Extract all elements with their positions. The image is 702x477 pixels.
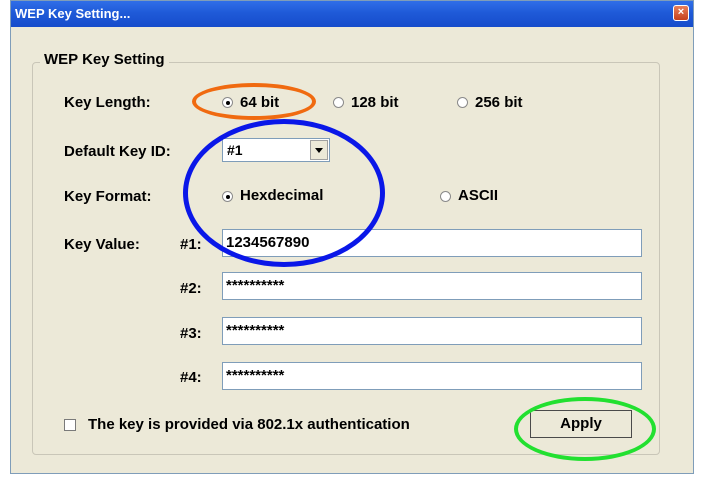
window-title: WEP Key Setting... [15,6,131,21]
key-id-4-label: #4: [180,369,202,386]
green-highlight-ellipse [514,397,656,461]
key-id-2-label: #2: [180,280,202,297]
radio-256bit-label: 256 bit [475,94,523,111]
radio-ascii-label: ASCII [458,187,499,204]
blue-highlight-ellipse [183,119,385,267]
close-icon[interactable]: × [673,5,689,21]
title-bar: WEP Key Setting... × [11,1,693,27]
key-value-4: ********** [226,367,285,384]
default-key-id-label: Default Key ID: [64,143,171,160]
radio-ascii[interactable] [440,191,451,202]
radio-128bit-label: 128 bit [351,94,399,111]
key-value-input-4[interactable]: ********** [222,362,642,390]
key-value-label: Key Value: [64,236,140,253]
key-value-3: ********** [226,322,285,339]
key-value-input-2[interactable]: ********** [222,272,642,300]
key-id-1-label: #1: [180,236,202,253]
radio-128bit[interactable] [333,97,344,108]
key-value-input-3[interactable]: ********** [222,317,642,345]
key-id-3-label: #3: [180,325,202,342]
key-format-label: Key Format: [64,188,152,205]
key-length-label: Key Length: [64,94,151,111]
orange-highlight-ellipse [192,83,316,120]
groupbox-label: WEP Key Setting [40,51,169,68]
radio-256bit[interactable] [457,97,468,108]
wep-key-groupbox [32,62,660,455]
auth-802-1x-checkbox[interactable] [64,419,76,431]
auth-802-1x-label: The key is provided via 802.1x authentic… [88,416,410,433]
key-value-2: ********** [226,277,285,294]
